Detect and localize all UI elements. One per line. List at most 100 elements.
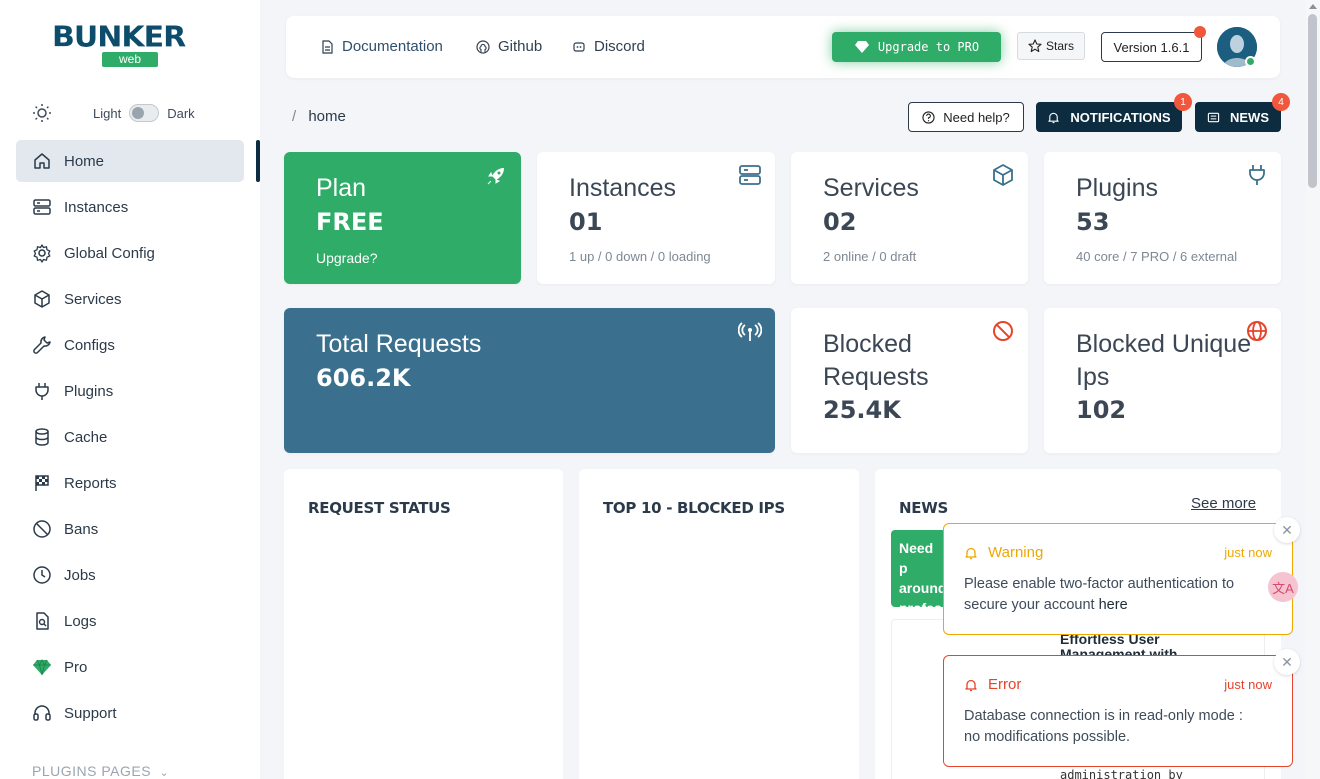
theme-dark-label: Dark — [167, 105, 195, 121]
news-title: NEWS — [899, 499, 948, 517]
warning-here-link[interactable]: here — [1099, 597, 1128, 613]
warning-time: just now — [1224, 545, 1272, 560]
logo[interactable]: BUNKER web — [52, 22, 212, 70]
see-more-link[interactable]: See more — [1191, 495, 1256, 512]
need-help-button[interactable]: Need help? — [908, 102, 1024, 132]
notifications-label: NOTIFICATIONS — [1070, 109, 1171, 125]
services-title: Services — [823, 174, 919, 202]
services-card[interactable]: Services 02 2 online / 0 draft — [791, 152, 1028, 284]
stars-button[interactable]: Stars — [1017, 32, 1085, 60]
github-icon — [476, 39, 490, 54]
warning-title: Warning — [988, 544, 1044, 561]
diamond-icon — [32, 657, 52, 677]
instances-card[interactable]: Instances 01 1 up / 0 down / 0 loading — [537, 152, 775, 284]
sidebar-item-pro[interactable]: Pro — [16, 646, 244, 688]
error-title: Error — [988, 676, 1022, 693]
sidebar-item-label: Jobs — [64, 566, 96, 584]
request-status-panel: REQUEST STATUS — [284, 469, 563, 779]
total-requests-card: Total Requests 606.2K — [284, 308, 775, 453]
bell-icon — [1048, 112, 1060, 123]
news-item-text: administration by — [1060, 768, 1183, 779]
sidebar-item-label: Support — [64, 704, 117, 722]
sidebar-item-jobs[interactable]: Jobs — [16, 554, 244, 596]
blocked-requests-card: Blocked Requests 25.4K — [791, 308, 1028, 453]
cube-icon — [993, 164, 1013, 186]
breadcrumb-separator: / — [292, 108, 297, 125]
plugins-title: Plugins — [1076, 174, 1158, 202]
blocked-requests-title: Blocked Requests — [823, 330, 929, 391]
request-status-title: REQUEST STATUS — [308, 499, 451, 517]
instances-value: 01 — [569, 208, 603, 236]
sidebar-item-label: Logs — [64, 612, 97, 630]
news-highlight-card[interactable]: Need p around profes — [891, 530, 951, 607]
version-label: Version 1.6.1 — [1113, 39, 1190, 55]
headset-icon — [32, 703, 52, 723]
plugins-card[interactable]: Plugins 53 40 core / 7 PRO / 6 external — [1044, 152, 1281, 284]
document-icon — [322, 39, 333, 54]
instances-sub: 1 up / 0 down / 0 loading — [569, 249, 711, 264]
sidebar-item-home[interactable]: Home — [16, 140, 244, 182]
github-link[interactable]: Github — [476, 38, 542, 55]
server-icon — [32, 197, 52, 217]
sidebar-item-reports[interactable]: Reports — [16, 462, 244, 504]
sidebar-item-services[interactable]: Services — [16, 278, 244, 320]
active-indicator — [256, 140, 260, 182]
flag-icon — [32, 473, 52, 493]
top-blocked-ips-title: TOP 10 - BLOCKED IPS — [603, 499, 785, 517]
sidebar-item-label: Pro — [64, 658, 88, 676]
translate-icon[interactable]: 文A — [1268, 572, 1298, 602]
top-navbar: Documentation Github Discord Upgrade to … — [286, 16, 1280, 78]
notifications-button[interactable]: NOTIFICATIONS — [1036, 102, 1182, 132]
error-message: Database connection is in read-only mode… — [964, 708, 1243, 745]
sidebar-item-support[interactable]: Support — [16, 692, 244, 734]
instances-title: Instances — [569, 174, 677, 202]
theme-toggle[interactable] — [129, 104, 160, 122]
home-icon — [32, 151, 52, 171]
upgrade-pro-button[interactable]: Upgrade to PRO — [832, 32, 1001, 62]
plugins-pages-toggle[interactable]: PLUGINS PAGES ⌄ — [32, 763, 169, 779]
discord-label: Discord — [594, 38, 645, 55]
error-time: just now — [1224, 677, 1272, 692]
news-button[interactable]: NEWS — [1195, 102, 1281, 132]
warning-close-button[interactable]: ✕ — [1274, 517, 1300, 543]
diamond-icon — [854, 41, 869, 53]
plan-upgrade-link[interactable]: Upgrade? — [316, 250, 378, 266]
plan-title: Plan — [316, 174, 367, 202]
total-requests-value: 606.2K — [316, 364, 411, 392]
ban-icon — [32, 519, 52, 539]
plugins-value: 53 — [1076, 208, 1110, 236]
notifications-badge: 1 — [1174, 93, 1192, 111]
upgrade-pro-label: Upgrade to PRO — [877, 40, 980, 54]
sidebar-item-logs[interactable]: Logs — [16, 600, 244, 642]
sidebar-item-instances[interactable]: Instances — [16, 186, 244, 228]
breadcrumb-current[interactable]: home — [308, 108, 346, 125]
sidebar-item-global-config[interactable]: Global Config — [16, 232, 244, 274]
wrench-icon — [32, 335, 52, 355]
version-update-dot — [1194, 26, 1206, 38]
sidebar-item-cache[interactable]: Cache — [16, 416, 244, 458]
ban-icon — [993, 321, 1013, 341]
database-icon — [32, 427, 52, 447]
sidebar-item-plugins[interactable]: Plugins — [16, 370, 244, 412]
sidebar-item-configs[interactable]: Configs — [16, 324, 244, 366]
plug-icon — [32, 381, 52, 401]
documentation-link[interactable]: Documentation — [320, 38, 443, 55]
gear-icon — [32, 243, 52, 263]
theme-switcher: Light Dark — [32, 100, 242, 126]
cube-icon — [32, 289, 52, 309]
error-close-button[interactable]: ✕ — [1274, 649, 1300, 675]
online-status-dot — [1245, 56, 1256, 67]
bell-icon — [965, 547, 977, 559]
server-icon — [739, 165, 761, 185]
scroll-up-arrow[interactable] — [1309, 4, 1317, 9]
sidebar-item-bans[interactable]: Bans — [16, 508, 244, 550]
file-search-icon — [32, 611, 52, 631]
sidebar-item-label: Global Config — [64, 244, 155, 262]
version-button[interactable]: Version 1.6.1 — [1101, 32, 1202, 62]
sidebar-item-label: Instances — [64, 198, 129, 216]
discord-link[interactable]: Discord — [572, 38, 645, 55]
scrollbar-thumb[interactable] — [1308, 14, 1317, 188]
sidebar-item-label: Configs — [64, 336, 115, 354]
sidebar-item-label: Reports — [64, 474, 117, 492]
clock-icon — [32, 565, 52, 585]
